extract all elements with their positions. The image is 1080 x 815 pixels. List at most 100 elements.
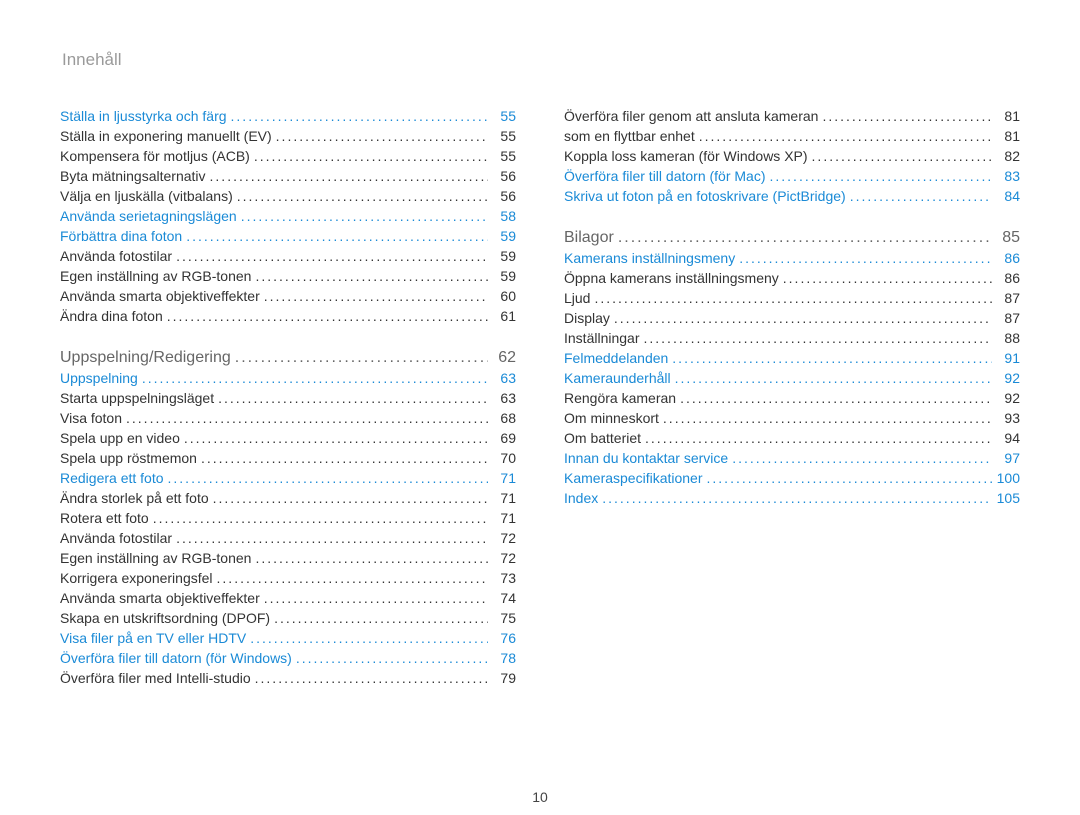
toc-entry-page: 74 [488, 588, 516, 608]
toc-dot-leader [260, 286, 488, 306]
toc-entry-label: Uppspelning [60, 368, 138, 388]
toc-entry-page: 97 [992, 448, 1020, 468]
toc-entry-label: Uppspelning/Redigering [60, 348, 231, 368]
toc-dot-leader [735, 248, 992, 268]
toc-entry[interactable]: Uppspelning 63 [60, 368, 516, 388]
toc-entry[interactable]: Överföra filer till datorn (för Mac)83 [564, 166, 1020, 186]
toc-entry-page: 71 [488, 488, 516, 508]
toc-entry[interactable]: Byta mätningsalternativ 56 [60, 166, 516, 186]
toc-entry[interactable]: Kameraunderhåll92 [564, 368, 1020, 388]
toc-dot-leader [598, 488, 992, 508]
toc-entry[interactable]: Om batteriet94 [564, 428, 1020, 448]
toc-dot-leader [237, 206, 488, 226]
toc-entry[interactable]: Bilagor85 [564, 228, 1020, 248]
toc-entry[interactable]: Index105 [564, 488, 1020, 508]
toc-page: Innehåll Ställa in ljusstyrka och färg55… [0, 0, 1080, 815]
toc-dot-leader [164, 468, 488, 488]
toc-entry[interactable]: Skriva ut foton på en fotoskrivare (Pict… [564, 186, 1020, 206]
toc-entry[interactable]: Kompensera för motljus (ACB)55 [60, 146, 516, 166]
toc-entry[interactable]: Överföra filer med Intelli-studio79 [60, 668, 516, 688]
toc-entry[interactable]: Koppla loss kameran (för Windows XP)82 [564, 146, 1020, 166]
toc-entry[interactable]: Rengöra kameran92 [564, 388, 1020, 408]
toc-entry[interactable]: Öppna kamerans inställningsmeny86 [564, 268, 1020, 288]
toc-entry[interactable]: som en flyttbar enhet81 [564, 126, 1020, 146]
toc-dot-leader [214, 388, 488, 408]
toc-dot-leader [808, 146, 992, 166]
toc-entry[interactable]: Kameraspecifikationer100 [564, 468, 1020, 488]
toc-entry[interactable]: Ändra storlek på ett foto71 [60, 488, 516, 508]
toc-entry[interactable]: Skapa en utskriftsordning (DPOF)75 [60, 608, 516, 628]
toc-entry[interactable]: Använda smarta objektiveffekter74 [60, 588, 516, 608]
toc-entry[interactable]: Använda fotostilar59 [60, 246, 516, 266]
toc-entry-label: Kameraspecifikationer [564, 468, 703, 488]
toc-column-left: Ställa in ljusstyrka och färg 55Ställa in… [60, 106, 516, 688]
toc-entry-page: 81 [992, 126, 1020, 146]
toc-dot-leader [206, 166, 488, 186]
toc-entry[interactable]: Korrigera exponeringsfel73 [60, 568, 516, 588]
toc-entry[interactable]: Inställningar88 [564, 328, 1020, 348]
toc-dot-leader [251, 266, 488, 286]
toc-entry[interactable]: Redigera ett foto71 [60, 468, 516, 488]
toc-entry-label: Överföra filer genom att ansluta kameran [564, 106, 818, 126]
toc-entry-page: 73 [488, 568, 516, 588]
toc-entry[interactable]: Felmeddelanden91 [564, 348, 1020, 368]
toc-entry[interactable]: Ändra dina foton 61 [60, 306, 516, 326]
toc-entry-label: Bilagor [564, 228, 614, 248]
toc-entry-page: 71 [488, 468, 516, 488]
toc-dot-leader [209, 488, 488, 508]
toc-entry[interactable]: Ljud87 [564, 288, 1020, 308]
toc-entry[interactable]: Spela upp röstmemon70 [60, 448, 516, 468]
toc-entry[interactable]: Använda serietagningslägen 58 [60, 206, 516, 226]
toc-entry[interactable]: Överföra filer genom att ansluta kameran… [564, 106, 1020, 126]
toc-entry-label: Egen inställning av RGB-tonen [60, 548, 251, 568]
toc-entry-page: 93 [992, 408, 1020, 428]
toc-dot-leader [251, 548, 488, 568]
toc-entry-page: 63 [488, 368, 516, 388]
toc-entry-page: 84 [992, 186, 1020, 206]
toc-entry[interactable]: Rotera ett foto71 [60, 508, 516, 528]
toc-entry[interactable]: Ställa in ljusstyrka och färg 55 [60, 106, 516, 126]
toc-entry[interactable]: Överföra filer till datorn (för Windows)… [60, 648, 516, 668]
toc-entry[interactable]: Kamerans inställningsmeny86 [564, 248, 1020, 268]
toc-entry-page: 61 [488, 306, 516, 326]
toc-dot-leader [213, 568, 488, 588]
toc-entry-label: Ställa in ljusstyrka och färg [60, 106, 227, 126]
toc-entry[interactable]: Innan du kontaktar service97 [564, 448, 1020, 468]
toc-entry-label: Välja en ljuskälla (vitbalans) [60, 186, 233, 206]
toc-entry-label: Spela upp röstmemon [60, 448, 197, 468]
toc-dot-leader [272, 126, 488, 146]
toc-entry[interactable]: Egen inställning av RGB-tonen59 [60, 266, 516, 286]
toc-dot-leader [172, 528, 488, 548]
toc-entry-page: 56 [488, 166, 516, 186]
toc-entry-label: Använda serietagningslägen [60, 206, 237, 226]
toc-entry[interactable]: Display87 [564, 308, 1020, 328]
toc-entry-label: Index [564, 488, 598, 508]
toc-entry[interactable]: Ställa in exponering manuellt (EV)55 [60, 126, 516, 146]
toc-dot-leader [779, 268, 992, 288]
toc-entry[interactable]: Använda smarta objektiveffekter60 [60, 286, 516, 306]
toc-entry[interactable]: Uppspelning/Redigering 62 [60, 348, 516, 368]
toc-entry[interactable]: Förbättra dina foton59 [60, 226, 516, 246]
toc-dot-leader [766, 166, 993, 186]
toc-entry[interactable]: Använda fotostilar72 [60, 528, 516, 548]
toc-entry-label: Överföra filer till datorn (för Windows) [60, 648, 292, 668]
toc-dot-leader [614, 228, 992, 248]
toc-entry-page: 58 [488, 206, 516, 226]
toc-entry-label: Ändra dina foton [60, 306, 163, 326]
toc-entry[interactable]: Starta uppspelningsläget63 [60, 388, 516, 408]
toc-entry-label: Starta uppspelningsläget [60, 388, 214, 408]
toc-entry[interactable]: Visa filer på en TV eller HDTV76 [60, 628, 516, 648]
toc-entry[interactable]: Egen inställning av RGB-tonen72 [60, 548, 516, 568]
toc-entry-page: 59 [488, 266, 516, 286]
toc-dot-leader [122, 408, 488, 428]
toc-entry-page: 87 [992, 288, 1020, 308]
toc-entry[interactable]: Spela upp en video69 [60, 428, 516, 448]
toc-entry[interactable]: Om minneskort93 [564, 408, 1020, 428]
toc-entry[interactable]: Visa foton68 [60, 408, 516, 428]
toc-dot-leader [227, 106, 488, 126]
toc-entry-label: Visa foton [60, 408, 122, 428]
toc-entry[interactable]: Välja en ljuskälla (vitbalans)56 [60, 186, 516, 206]
toc-entry-label: Byta mätningsalternativ [60, 166, 206, 186]
toc-entry-page: 62 [488, 348, 516, 368]
toc-entry-page: 55 [488, 106, 516, 126]
